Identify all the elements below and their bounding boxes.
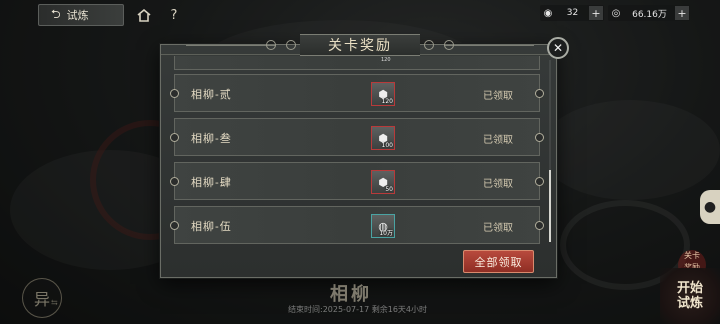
title-ornament [286, 40, 296, 50]
add-resource-button[interactable]: + [589, 6, 603, 20]
modal-title: 关卡奖励 [300, 34, 420, 56]
resource-coins: ◎ 66.16万 + [608, 5, 690, 21]
row-ornament [170, 221, 179, 230]
scrollbar-thumb[interactable] [549, 170, 551, 242]
title-divider [444, 45, 534, 46]
stage-reward-label-1: 关卡 [684, 251, 700, 260]
person-icon: ● [703, 199, 717, 215]
reward-stage-name: 相柳-叁 [191, 132, 232, 145]
claimed-status: 已领取 [483, 179, 513, 190]
reward-item-slot[interactable]: ◍ 10万 [371, 214, 395, 238]
stage-end-time: 结束时间:2025-07-17 剩余16天4小时 [288, 305, 427, 314]
reward-row: 相柳-肆 ⬢ 50 已领取 [170, 162, 544, 200]
add-resource-button[interactable]: + [675, 6, 689, 20]
back-button[interactable]: ⮌ 试炼 [38, 4, 124, 26]
return-arrow-icon: ⮌ [51, 6, 61, 21]
coin-icon: ◎ [611, 7, 621, 19]
close-button[interactable]: ✕ [547, 37, 569, 59]
row-ornament [535, 89, 544, 98]
start-label-2: 试炼 [676, 296, 703, 311]
reward-row: 相柳-伍 ◍ 10万 已领取 [170, 206, 544, 244]
item-quantity: 100 [381, 142, 393, 149]
reward-stage-name: 相柳-肆 [191, 176, 232, 189]
row-ornament [535, 133, 544, 142]
back-label: 试炼 [66, 9, 89, 22]
title-ornament [444, 40, 454, 50]
claimed-status: 已领取 [483, 223, 513, 234]
row-ornament [535, 177, 544, 186]
swap-icon: ⇆ [51, 298, 58, 307]
row-ornament [170, 133, 179, 142]
start-label-1: 开始 [676, 281, 703, 296]
stage-title: 相柳 [330, 284, 372, 305]
title-ornament [424, 40, 434, 50]
mode-glyph: 异 [33, 290, 50, 309]
title-divider [186, 45, 276, 46]
rewards-list[interactable]: 相柳-贰 ⬢ 120 已领取 相柳-叁 ⬢ 100 已领取 相柳-肆 ⬢ 50 … [170, 56, 548, 244]
close-icon: ✕ [552, 41, 564, 55]
eye-token-icon: ◉ [543, 7, 553, 19]
home-button[interactable] [133, 5, 155, 25]
claim-all-button[interactable]: 全部领取 [463, 250, 534, 273]
resource-stamina: ◉ 32 + [540, 5, 604, 21]
row-ornament [170, 177, 179, 186]
reward-stage-name: 相柳-伍 [191, 220, 232, 233]
help-icon: ? [170, 7, 178, 23]
reward-item-slot[interactable]: ⬢ 120 [371, 82, 395, 106]
side-panel-tab[interactable]: ● [700, 190, 720, 224]
row-ornament [535, 221, 544, 230]
house-icon [137, 8, 151, 22]
start-trial-button[interactable]: 开始 试炼 [660, 268, 720, 324]
reward-item-slot[interactable]: ⬢ 100 [371, 126, 395, 150]
item-quantity: 10万 [379, 230, 393, 237]
reward-item-slot[interactable]: ⬢ 50 [371, 170, 395, 194]
claimed-status: 已领取 [483, 135, 513, 146]
claimed-status: 已领取 [483, 91, 513, 102]
row-ornament [170, 89, 179, 98]
help-button[interactable]: ? [163, 5, 185, 25]
resource-value: 32 [566, 8, 579, 18]
reward-row: 相柳-叁 ⬢ 100 已领取 [170, 118, 544, 156]
reward-stage-name: 相柳-贰 [191, 88, 232, 101]
reward-row: 相柳-贰 ⬢ 120 已领取 [170, 74, 544, 112]
item-quantity: 50 [385, 186, 393, 193]
resource-value: 66.16万 [632, 9, 667, 20]
item-quantity: 120 [381, 98, 393, 105]
title-ornament [266, 40, 276, 50]
